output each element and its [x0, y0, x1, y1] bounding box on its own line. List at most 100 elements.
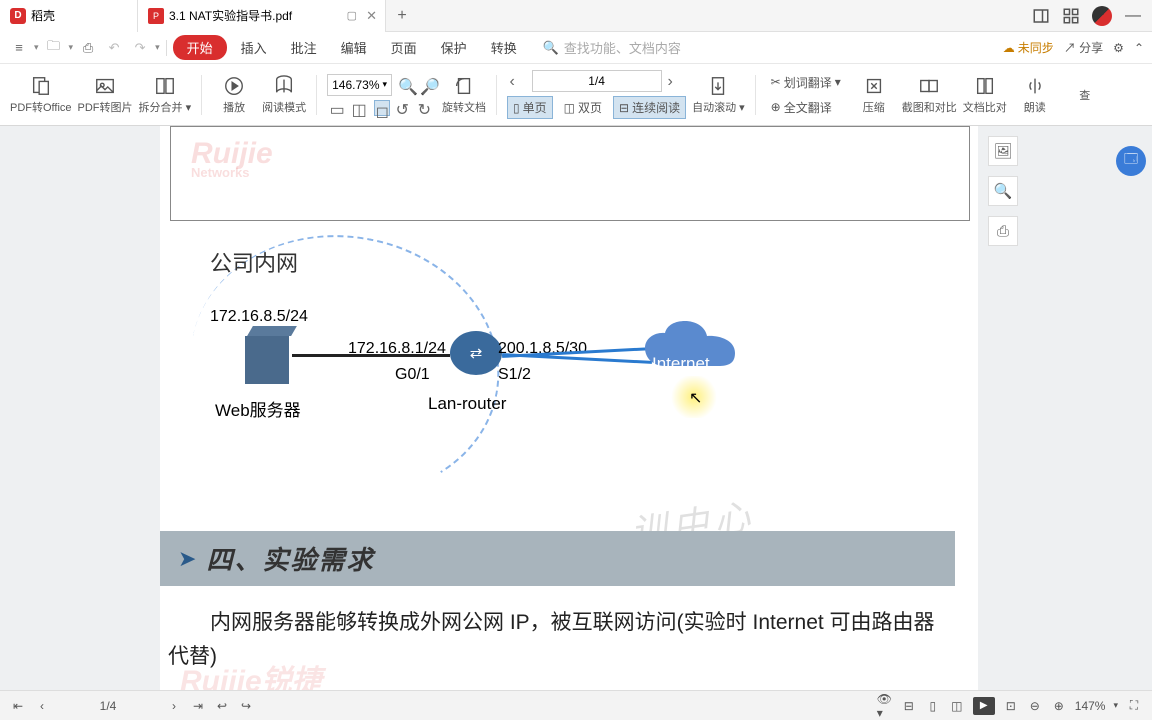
router-label: Lan-router: [428, 394, 506, 414]
router-outer-port: S1/2: [498, 366, 531, 384]
title-bar: D 稻壳 P 3.1 NAT实验指导书.pdf ▢ ✕ + —: [0, 0, 1152, 32]
compress-button[interactable]: 压缩: [852, 75, 896, 115]
play-status-icon[interactable]: ▶: [973, 697, 995, 715]
router-inner-ip: 172.16.8.1/24: [348, 340, 446, 358]
section-header: ➤ 四、实验需求: [160, 531, 955, 586]
prev-page-status-icon[interactable]: ‹: [34, 698, 50, 714]
zoom-in-status-icon[interactable]: ⊕: [1051, 698, 1067, 714]
play-button[interactable]: 播放: [212, 75, 256, 115]
tab-home-label: 稻壳: [31, 7, 55, 24]
select-icon[interactable]: ◻: [374, 100, 390, 116]
window-minimize-icon[interactable]: —: [1124, 7, 1142, 25]
collapse-icon[interactable]: ⌃: [1134, 41, 1144, 55]
zoom-status[interactable]: 147%: [1075, 699, 1106, 713]
continuous-button[interactable]: ⊟ 连续阅读: [613, 96, 686, 119]
settings-icon[interactable]: ⚙: [1113, 41, 1124, 55]
single-page-button[interactable]: ▯ 单页: [507, 96, 553, 119]
prev-page-icon[interactable]: ‹: [510, 73, 526, 89]
layout-icon[interactable]: ⊟: [901, 698, 917, 714]
server-label: Web服务器: [215, 396, 301, 421]
back-icon[interactable]: ↩: [214, 698, 230, 714]
tab-doc-label: 3.1 NAT实验指导书.pdf: [169, 7, 292, 24]
page-input[interactable]: 1/4: [532, 70, 662, 92]
new-tab-button[interactable]: +: [386, 0, 418, 32]
arrow-icon: ➤: [178, 546, 196, 572]
menu-protect[interactable]: 保护: [431, 35, 477, 60]
grid-icon[interactable]: [1062, 7, 1080, 25]
rotate-left-icon[interactable]: ↺: [396, 100, 412, 116]
split-merge-button[interactable]: 拆分合并 ▾: [139, 75, 192, 115]
fit-page-icon[interactable]: ◫: [352, 100, 368, 116]
zoom-out-icon[interactable]: 🔍: [398, 77, 414, 93]
page-status[interactable]: 1/4: [58, 699, 158, 713]
tab-document[interactable]: P 3.1 NAT实验指导书.pdf ▢ ✕: [138, 0, 386, 32]
read-mode-button[interactable]: 阅读模式: [262, 75, 306, 115]
sync-status[interactable]: ☁未同步: [1003, 39, 1054, 56]
undo-icon[interactable]: ↶: [103, 37, 125, 59]
user-avatar[interactable]: [1092, 6, 1112, 26]
pdf-page: RuijieNetworks 公司内网 172.16.8.5/24 Web服务器…: [160, 126, 978, 690]
intranet-label: 公司内网: [210, 246, 298, 278]
search-input[interactable]: 🔍 查找功能、文档内容: [543, 38, 681, 57]
print-icon[interactable]: ⎙: [77, 37, 99, 59]
next-page-status-icon[interactable]: ›: [166, 698, 182, 714]
router-inner-port: G0/1: [395, 366, 430, 384]
rotate-right-icon[interactable]: ↻: [418, 100, 434, 116]
image-placeholder: RuijieNetworks: [170, 126, 970, 221]
read-aloud-button[interactable]: 朗读: [1013, 75, 1057, 115]
full-translate-button[interactable]: ⊕ 全文翻译: [766, 97, 837, 118]
pdf-to-office-button[interactable]: PDF转Office: [10, 75, 72, 115]
forward-icon[interactable]: ↪: [238, 698, 254, 714]
menu-annotate[interactable]: 批注: [281, 35, 327, 60]
next-page-icon[interactable]: ›: [668, 73, 684, 89]
tab-home[interactable]: D 稻壳: [0, 0, 138, 32]
last-page-icon[interactable]: ⇥: [190, 698, 206, 714]
share-button[interactable]: ↗ 分享: [1064, 39, 1103, 56]
pdf-icon: P: [148, 8, 164, 24]
menu-icon[interactable]: ≡: [8, 37, 30, 59]
auto-scroll-button[interactable]: 自动滚动 ▾: [692, 75, 745, 115]
view-mode-icon[interactable]: 👁 ▾: [877, 698, 893, 714]
find-button[interactable]: 查: [1063, 87, 1107, 103]
ribbon-toolbar: PDF转Office PDF转图片 拆分合并 ▾ 播放 阅读模式 146.73%…: [0, 64, 1152, 126]
single-view-icon[interactable]: ▯: [925, 698, 941, 714]
doc-compare-button[interactable]: 文档比对: [963, 75, 1007, 115]
side-print-icon[interactable]: ⎙: [988, 216, 1018, 246]
tab-minimize-icon[interactable]: ▢: [347, 9, 357, 22]
open-icon[interactable]: 🗀: [43, 37, 65, 59]
tab-close-icon[interactable]: ✕: [366, 8, 377, 24]
double-view-icon[interactable]: ◫: [949, 698, 965, 714]
menu-start[interactable]: 开始: [173, 35, 227, 60]
router-icon: ⇄: [450, 331, 502, 375]
cursor-icon: ↖: [689, 388, 702, 408]
redo-icon[interactable]: ↷: [129, 37, 151, 59]
fit-width-icon[interactable]: ▭: [330, 100, 346, 116]
side-zoom-icon[interactable]: 🔍: [988, 176, 1018, 206]
fullscreen-icon[interactable]: ⛶: [1126, 698, 1142, 714]
menu-insert[interactable]: 插入: [231, 35, 277, 60]
server-icon: [245, 326, 289, 384]
cloud-warn-icon: ☁: [1003, 41, 1015, 55]
assistant-bubble[interactable]: 🗔: [1116, 146, 1146, 176]
screenshot-compare-button[interactable]: 截图和对比: [902, 75, 957, 115]
menu-page[interactable]: 页面: [381, 35, 427, 60]
zoom-out-status-icon[interactable]: ⊖: [1027, 698, 1043, 714]
watermark-bottom: Ruijie锐捷: [180, 656, 322, 690]
double-page-button[interactable]: ◫ 双页: [559, 97, 607, 118]
server-ip-label: 172.16.8.5/24: [210, 308, 308, 326]
layout1-icon[interactable]: [1032, 7, 1050, 25]
zoom-group: 146.73% ▾ 🔍 🔎 ▭ ◫ ◻ ↺ ↻: [327, 74, 436, 116]
rotate-doc-button[interactable]: 旋转文档: [442, 75, 486, 115]
zoom-in-icon[interactable]: 🔎: [420, 77, 436, 93]
search-placeholder: 查找功能、文档内容: [564, 38, 681, 57]
first-page-icon[interactable]: ⇤: [10, 698, 26, 714]
pdf-to-image-button[interactable]: PDF转图片: [78, 75, 133, 115]
menu-edit[interactable]: 编辑: [331, 35, 377, 60]
word-translate-button[interactable]: ✂ 划词翻译 ▾: [766, 72, 846, 93]
side-image-icon[interactable]: 🖼: [988, 136, 1018, 166]
menu-convert[interactable]: 转换: [481, 35, 527, 60]
section-title: 四、实验需求: [206, 540, 374, 577]
menu-bar: ≡▾ 🗀▾ ⎙ ↶ ↷ ▾ 开始 插入 批注 编辑 页面 保护 转换 🔍 查找功…: [0, 32, 1152, 64]
zoom-input[interactable]: 146.73% ▾: [327, 74, 392, 96]
fit1-icon[interactable]: ⊡: [1003, 698, 1019, 714]
